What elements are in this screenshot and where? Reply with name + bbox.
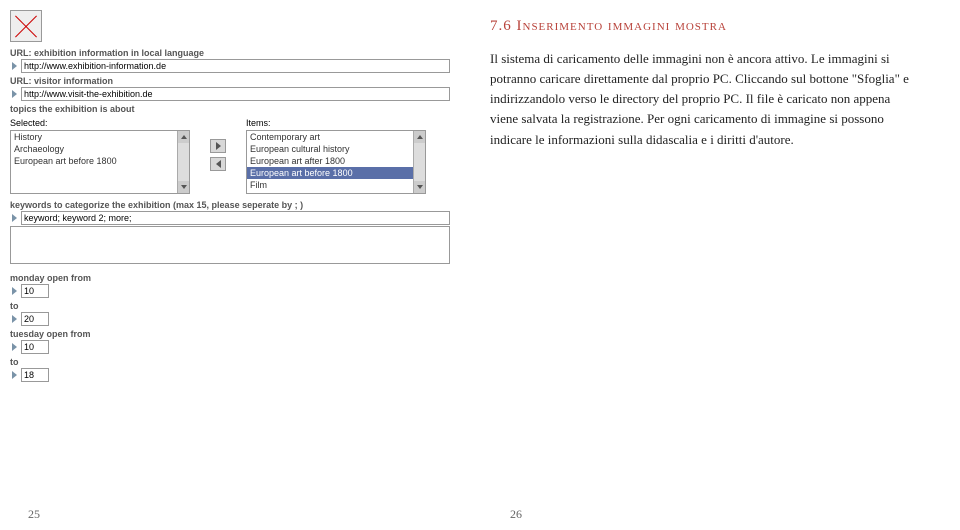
scroll-up-icon[interactable] [178, 131, 189, 143]
monday-to-input[interactable] [21, 312, 49, 326]
monday-from-label: monday open from [10, 273, 450, 283]
scroll-up-icon[interactable] [414, 131, 425, 143]
tuesday-from-input[interactable] [21, 340, 49, 354]
broken-image-icon [10, 10, 42, 42]
page-number-right: 26 [510, 507, 522, 522]
list-item[interactable]: History of Art [247, 191, 425, 194]
topics-label: topics the exhibition is about [10, 104, 450, 114]
move-right-button[interactable] [210, 139, 226, 153]
list-item[interactable]: European art before 1800 [11, 155, 189, 167]
to-label: to [10, 301, 450, 311]
caret-icon [12, 343, 17, 351]
list-item[interactable]: Contemporary art [247, 131, 425, 143]
to-label-2: to [10, 357, 450, 367]
caret-icon [12, 287, 17, 295]
caret-icon [12, 62, 17, 70]
keywords-input[interactable] [21, 211, 450, 225]
url1-input[interactable] [21, 59, 450, 73]
form-screenshot: URL: exhibition information in local lan… [10, 10, 450, 383]
section-title: 7.6 Inserimento immagini mostra [490, 18, 910, 35]
list-item[interactable]: European cultural history [247, 143, 425, 155]
tuesday-from-label: tuesday open from [10, 329, 450, 339]
url1-label: URL: exhibition information in local lan… [10, 48, 450, 58]
selected-listbox[interactable]: History Archaeology European art before … [10, 130, 190, 194]
caret-icon [12, 371, 17, 379]
url2-input[interactable] [21, 87, 450, 101]
caret-icon [12, 214, 17, 222]
caret-icon [12, 315, 17, 323]
tuesday-to-input[interactable] [21, 368, 49, 382]
scroll-down-icon[interactable] [178, 181, 189, 193]
list-item[interactable]: Archaeology [11, 143, 189, 155]
scrollbar[interactable] [413, 131, 425, 193]
scroll-down-icon[interactable] [414, 181, 425, 193]
keywords-label: keywords to categorize the exhibition (m… [10, 200, 450, 210]
url2-label: URL: visitor information [10, 76, 450, 86]
article-body: Il sistema di caricamento delle immagini… [490, 49, 910, 150]
monday-from-input[interactable] [21, 284, 49, 298]
items-listbox[interactable]: Contemporary art European cultural histo… [246, 130, 426, 194]
scrollbar[interactable] [177, 131, 189, 193]
list-item[interactable]: European art before 1800 [247, 167, 425, 179]
keywords-textarea[interactable] [10, 226, 450, 264]
page-number-left: 25 [28, 507, 40, 522]
list-item[interactable]: Film [247, 179, 425, 191]
move-left-button[interactable] [210, 157, 226, 171]
list-item[interactable]: History [11, 131, 189, 143]
article-column: 7.6 Inserimento immagini mostra Il siste… [490, 10, 910, 383]
items-sublabel: Items: [246, 118, 426, 128]
list-item[interactable]: European art after 1800 [247, 155, 425, 167]
selected-sublabel: Selected: [10, 118, 190, 128]
caret-icon [12, 90, 17, 98]
